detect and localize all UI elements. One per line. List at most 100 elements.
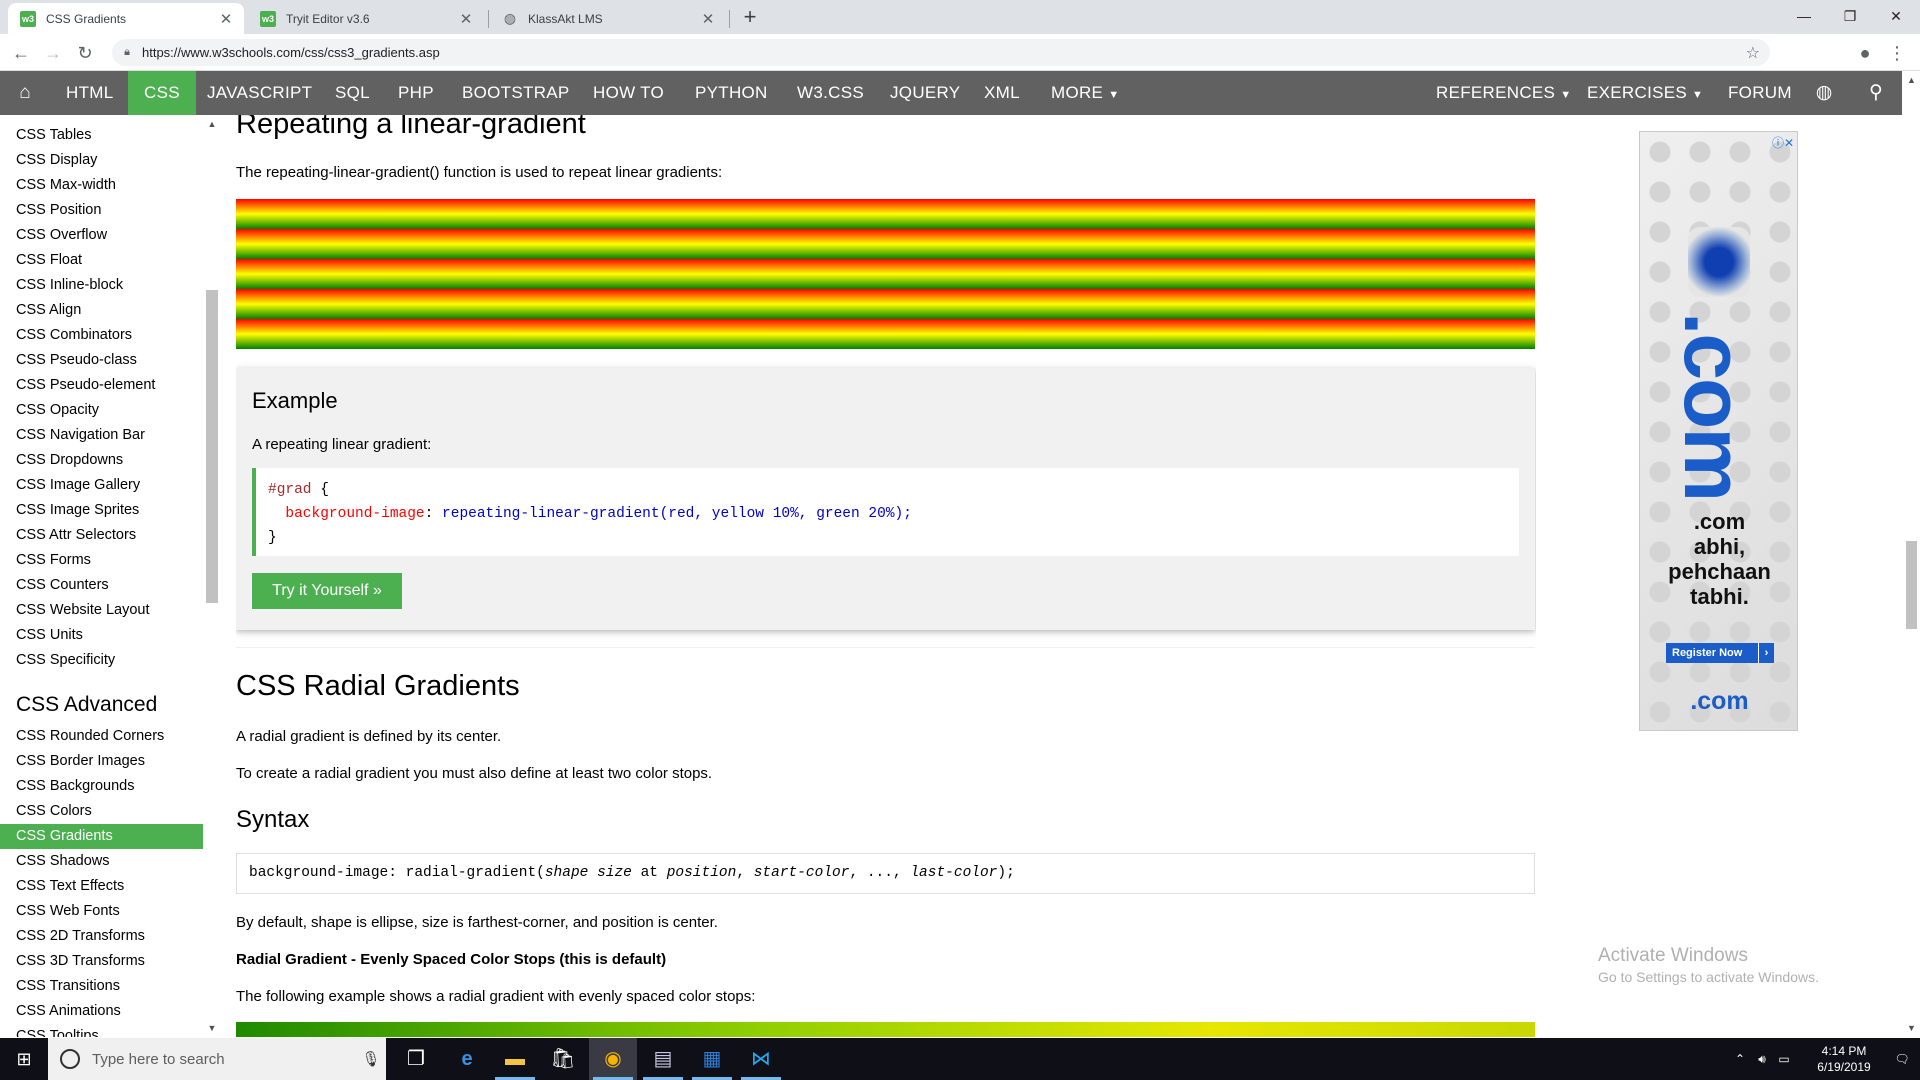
sidebar-item-css-combinators[interactable]: CSS Combinators xyxy=(0,323,203,348)
sidebar-item-css-tables[interactable]: CSS Tables xyxy=(0,123,203,148)
nav-forum[interactable]: FORUM xyxy=(1712,71,1808,115)
nav-bootstrap[interactable]: BOOTSTRAP xyxy=(446,71,586,115)
sidebar-item-css-forms[interactable]: CSS Forms xyxy=(0,548,203,573)
sidebar-item-css-specificity[interactable]: CSS Specificity xyxy=(0,648,203,673)
nav-javascript[interactable]: JAVASCRIPT xyxy=(191,71,328,115)
sidebar-item-css-align[interactable]: CSS Align xyxy=(0,298,203,323)
close-window-button[interactable]: ✕ xyxy=(1873,2,1919,30)
ad-big-text: .com xyxy=(1667,312,1761,501)
edge-browser-icon[interactable]: e xyxy=(443,1038,491,1080)
sidebar-item-css-display[interactable]: CSS Display xyxy=(0,148,203,173)
sidebar-item-css-colors[interactable]: CSS Colors xyxy=(0,799,203,824)
nav-html[interactable]: HTML xyxy=(50,71,129,115)
search-icon[interactable]: ⚲ xyxy=(1856,71,1896,115)
tab-css-gradients[interactable]: w3 CSS Gradients ✕ xyxy=(8,3,244,34)
tab-klassakt-lms[interactable]: ◍ KlassAkt LMS ✕ xyxy=(490,3,726,34)
sidebar-item-css-max-width[interactable]: CSS Max-width xyxy=(0,173,203,198)
sidebar-item-css-web-fonts[interactable]: CSS Web Fonts xyxy=(0,899,203,924)
advertisement[interactable]: ⓘ✕ .com .com abhi, pehchaan tabhi. Regis… xyxy=(1639,131,1798,731)
scroll-up-icon[interactable]: ▲ xyxy=(1903,75,1920,85)
nav-w3css[interactable]: W3.CSS xyxy=(781,71,880,115)
sidebar-item-css-navigation-bar[interactable]: CSS Navigation Bar xyxy=(0,423,203,448)
close-icon[interactable]: ✕ xyxy=(218,10,234,28)
file-explorer-icon[interactable]: ▬ xyxy=(491,1038,539,1080)
sidebar-item-css-counters[interactable]: CSS Counters xyxy=(0,573,203,598)
reload-button[interactable]: ↻ xyxy=(72,40,98,66)
nav-php[interactable]: PHP xyxy=(382,71,450,115)
task-view-icon[interactable]: ❐ xyxy=(392,1038,440,1080)
sidebar-item-css-text-effects[interactable]: CSS Text Effects xyxy=(0,874,203,899)
taskbar-clock[interactable]: 4:14 PM 6/19/2019 xyxy=(1804,1043,1884,1075)
sidebar-scrollbar[interactable]: ▲ ▼ xyxy=(205,115,219,1037)
sidebar-item-css-gradients[interactable]: CSS Gradients xyxy=(0,824,203,849)
sidebar-item-css-position[interactable]: CSS Position xyxy=(0,198,203,223)
nav-exercises[interactable]: EXERCISES ▼ xyxy=(1571,71,1719,115)
scroll-up-icon[interactable]: ▲ xyxy=(205,119,219,129)
nav-css[interactable]: CSS xyxy=(128,71,196,115)
sidebar-item-css-pseudo-class[interactable]: CSS Pseudo-class xyxy=(0,348,203,373)
address-bar[interactable]: 🔒︎ https://www.w3schools.com/css/css3_gr… xyxy=(112,39,1770,66)
sidebar-item-css-overflow[interactable]: CSS Overflow xyxy=(0,223,203,248)
sidebar-item-css-opacity[interactable]: CSS Opacity xyxy=(0,398,203,423)
sidebar-item-css-units[interactable]: CSS Units xyxy=(0,623,203,648)
microphone-icon[interactable]: 🎙︎ xyxy=(356,1050,386,1068)
nav-xml[interactable]: XML xyxy=(968,71,1036,115)
try-it-yourself-button[interactable]: Try it Yourself » xyxy=(252,573,402,609)
vscode-icon[interactable]: ⋈ xyxy=(737,1038,785,1080)
sidebar-item-css-shadows[interactable]: CSS Shadows xyxy=(0,849,203,874)
globe-icon[interactable]: ◍ xyxy=(1804,71,1844,115)
nav-how-to[interactable]: HOW TO xyxy=(577,71,680,115)
sidebar-item-css-image-sprites[interactable]: CSS Image Sprites xyxy=(0,498,203,523)
sidebar-item-css-inline-block[interactable]: CSS Inline-block xyxy=(0,273,203,298)
sidebar-item-css-tooltips[interactable]: CSS Tooltips xyxy=(0,1024,203,1037)
volume-icon[interactable]: 🔊︎ xyxy=(1752,1038,1772,1080)
scroll-down-icon[interactable]: ▼ xyxy=(1903,1023,1920,1033)
sidebar-item-css-float[interactable]: CSS Float xyxy=(0,248,203,273)
nav-references[interactable]: REFERENCES ▼ xyxy=(1420,71,1587,115)
page-scroll-thumb[interactable] xyxy=(1906,541,1917,629)
restore-button[interactable]: ❐ xyxy=(1827,2,1873,30)
ad-register-button[interactable]: Register Now › xyxy=(1666,643,1774,663)
nav-jquery[interactable]: JQUERY xyxy=(874,71,976,115)
sidebar-item-css-attr-selectors[interactable]: CSS Attr Selectors xyxy=(0,523,203,548)
new-tab-button[interactable]: + xyxy=(737,4,763,30)
notifications-icon[interactable]: 🗨︎ xyxy=(1890,1038,1914,1080)
windows-start-icon[interactable]: ⊞ xyxy=(0,1038,48,1080)
nav-more[interactable]: MORE ▼ xyxy=(1035,71,1135,115)
nav-sql[interactable]: SQL xyxy=(319,71,386,115)
sidebar-item-css-backgrounds[interactable]: CSS Backgrounds xyxy=(0,774,203,799)
home-icon[interactable]: ⌂ xyxy=(5,71,45,115)
document-app-icon[interactable]: ▦ xyxy=(688,1038,736,1080)
app-window-icon[interactable]: ▤ xyxy=(639,1038,687,1080)
page-scrollbar[interactable]: ▲ ▼ xyxy=(1903,71,1920,1037)
sidebar-item-css-website-layout[interactable]: CSS Website Layout xyxy=(0,598,203,623)
tab-tryit-editor[interactable]: w3 Tryit Editor v3.6 ✕ xyxy=(248,3,484,34)
back-button[interactable]: ← xyxy=(8,40,34,66)
scroll-down-icon[interactable]: ▼ xyxy=(205,1023,219,1033)
sidebar-item-css-transitions[interactable]: CSS Transitions xyxy=(0,974,203,999)
network-icon[interactable]: ▭ xyxy=(1774,1038,1794,1080)
sidebar-item-css-image-gallery[interactable]: CSS Image Gallery xyxy=(0,473,203,498)
bookmark-star-icon[interactable]: ☆ xyxy=(1746,43,1760,63)
sidebar-item-css-3d-transforms[interactable]: CSS 3D Transforms xyxy=(0,949,203,974)
forward-button[interactable]: → xyxy=(40,40,66,66)
tray-chevron-icon[interactable]: ⌃ xyxy=(1730,1038,1750,1080)
menu-kebab-icon[interactable]: ⋮ xyxy=(1884,40,1910,66)
taskbar-search-input[interactable]: Type here to search 🎙︎ xyxy=(48,1038,386,1080)
sidebar-item-css-dropdowns[interactable]: CSS Dropdowns xyxy=(0,448,203,473)
profile-icon[interactable]: ● xyxy=(1852,40,1878,66)
nav-python[interactable]: PYTHON xyxy=(679,71,784,115)
sidebar-item-css-rounded-corners[interactable]: CSS Rounded Corners xyxy=(0,724,203,749)
lock-icon: 🔒︎ xyxy=(124,46,130,58)
close-icon[interactable]: ✕ xyxy=(458,10,474,28)
sidebar-scroll-thumb[interactable] xyxy=(206,290,218,603)
chrome-icon[interactable]: ◉ xyxy=(589,1038,637,1080)
close-icon[interactable]: ✕ xyxy=(700,10,716,28)
ad-close-icon[interactable]: ⓘ✕ xyxy=(1772,134,1794,151)
sidebar-item-css-pseudo-element[interactable]: CSS Pseudo-element xyxy=(0,373,203,398)
sidebar-item-css-border-images[interactable]: CSS Border Images xyxy=(0,749,203,774)
store-icon[interactable]: 🛍︎ xyxy=(539,1038,587,1080)
minimize-button[interactable]: — xyxy=(1781,2,1827,30)
sidebar-item-css-2d-transforms[interactable]: CSS 2D Transforms xyxy=(0,924,203,949)
sidebar-item-css-animations[interactable]: CSS Animations xyxy=(0,999,203,1024)
